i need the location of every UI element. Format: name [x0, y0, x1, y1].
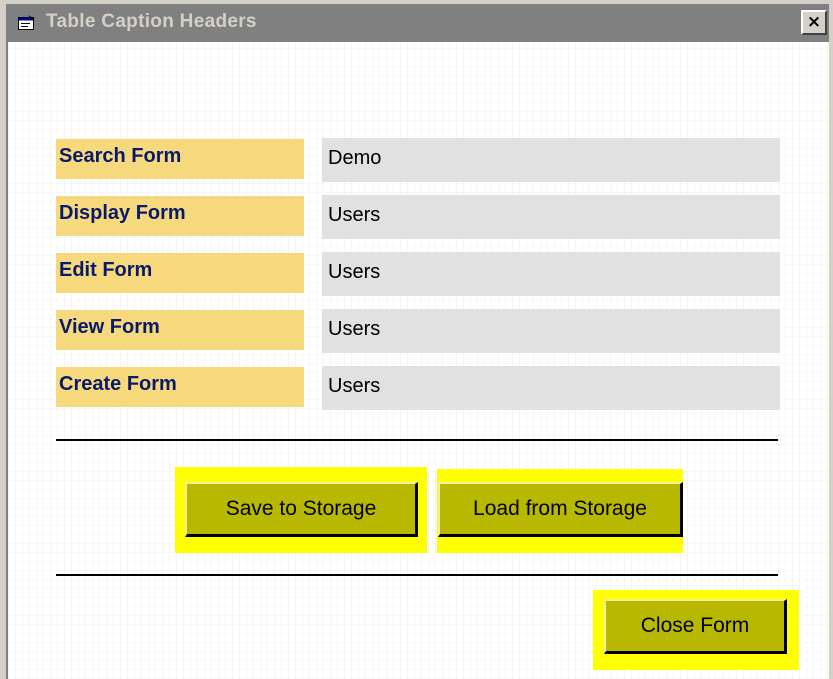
form-window-icon	[18, 15, 35, 30]
label-search-form: Search Form	[56, 139, 304, 179]
close-form-button[interactable]: Close Form	[604, 599, 787, 654]
dialog-window: Table Caption Headers × Search Form Demo…	[0, 0, 833, 679]
label-create-form: Create Form	[56, 367, 304, 407]
title-bar[interactable]: Table Caption Headers ×	[6, 4, 829, 42]
label-edit-form: Edit Form	[56, 253, 304, 293]
label-display-form: Display Form	[56, 196, 304, 236]
separator-top	[56, 439, 778, 441]
load-from-storage-button[interactable]: Load from Storage	[438, 482, 683, 537]
close-window-button[interactable]: ×	[801, 10, 827, 35]
close-icon: ×	[806, 12, 822, 32]
label-view-form: View Form	[56, 310, 304, 350]
window-title: Table Caption Headers	[46, 11, 257, 32]
display-form-field[interactable]: Users	[322, 195, 780, 239]
view-form-field[interactable]: Users	[322, 309, 780, 353]
form-client-area: Search Form Demo Display Form Users Edit…	[6, 42, 829, 679]
search-form-field[interactable]: Demo	[322, 138, 780, 182]
separator-bottom	[56, 574, 778, 576]
create-form-field[interactable]: Users	[322, 366, 780, 410]
save-to-storage-button[interactable]: Save to Storage	[185, 482, 418, 537]
edit-form-field[interactable]: Users	[322, 252, 780, 296]
